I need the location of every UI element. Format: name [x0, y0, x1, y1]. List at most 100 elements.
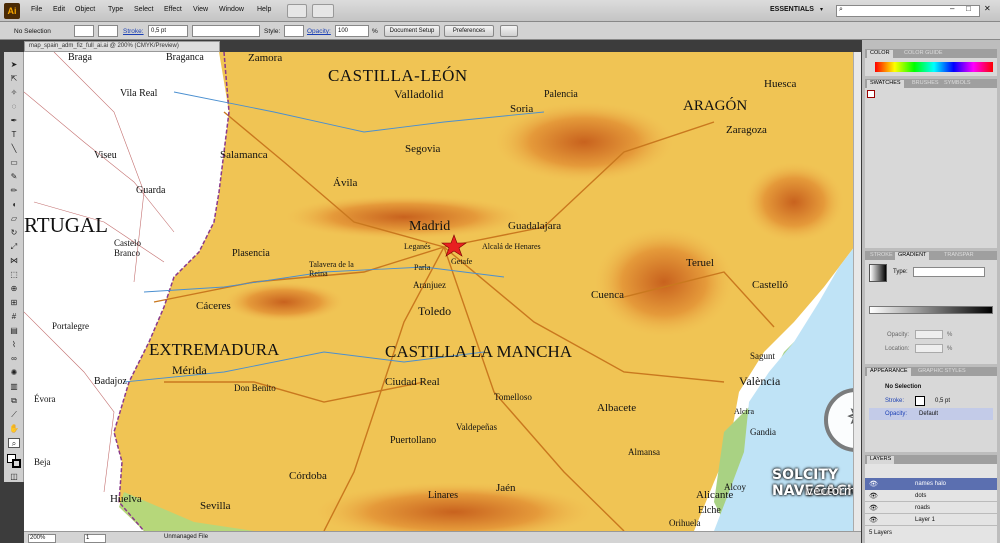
opacity-field[interactable]: 100: [335, 25, 369, 37]
eye-icon[interactable]: 👁: [869, 492, 878, 500]
gradient-preview[interactable]: [869, 264, 887, 282]
vertical-scrollbar[interactable]: [853, 52, 861, 531]
workspace-switcher[interactable]: ESSENTIALS: [770, 6, 814, 13]
eye-icon[interactable]: 👁: [869, 504, 878, 512]
scale-tool-icon[interactable]: ⤢: [8, 242, 20, 252]
maximize-icon[interactable]: □: [966, 4, 971, 13]
rotate-tool-icon[interactable]: ↻: [8, 228, 20, 238]
preferences-button[interactable]: Preferences: [444, 25, 494, 37]
appearance-stroke-label[interactable]: Stroke:: [885, 398, 904, 404]
color-spectrum[interactable]: [875, 62, 993, 72]
none-swatch[interactable]: [867, 90, 875, 98]
close-icon[interactable]: ✕: [984, 4, 991, 13]
appearance-stroke-swatch[interactable]: [915, 396, 925, 406]
gradient-opacity-field[interactable]: [915, 330, 943, 339]
menu-object[interactable]: Object: [75, 6, 95, 13]
document-setup-button[interactable]: Document Setup: [384, 25, 440, 37]
city-label: València: [739, 374, 781, 388]
gradient-location-field[interactable]: [915, 344, 943, 353]
appearance-opacity-label[interactable]: Opacity:: [885, 411, 907, 417]
stroke-weight-field[interactable]: 0,5 pt: [148, 25, 188, 37]
menu-help[interactable]: Help: [257, 6, 271, 13]
city-label: Toledo: [418, 304, 452, 318]
slice-tool-icon[interactable]: ⟋: [8, 410, 20, 420]
appearance-opacity-row[interactable]: Opacity: Default: [869, 408, 993, 420]
width-tool-icon[interactable]: ⋈: [8, 256, 20, 266]
lasso-tool-icon[interactable]: ◌: [8, 102, 20, 112]
eye-icon[interactable]: 👁: [869, 516, 878, 524]
tab-appearance[interactable]: APPEARANCE: [867, 368, 911, 376]
eye-icon[interactable]: 👁: [869, 480, 878, 488]
color-panel: [865, 58, 997, 76]
menu-type[interactable]: Type: [108, 6, 123, 13]
free-transform-tool-icon[interactable]: ⬚: [8, 270, 20, 280]
direct-selection-tool-icon[interactable]: ⇱: [8, 74, 20, 84]
stroke-color-icon[interactable]: [12, 459, 21, 468]
search-input[interactable]: ⌕: [836, 5, 980, 17]
tab-swatches[interactable]: SWATCHES: [867, 80, 904, 88]
graph-tool-icon[interactable]: ▥: [8, 382, 20, 392]
zoom-field[interactable]: 200%: [28, 534, 56, 543]
shape-builder-tool-icon[interactable]: ⊕: [8, 284, 20, 294]
minimize-icon[interactable]: –: [950, 4, 954, 13]
variable-width-select[interactable]: [192, 25, 260, 37]
tab-layers[interactable]: LAYERS: [867, 456, 895, 464]
select-similar-icon[interactable]: [500, 25, 518, 37]
canvas-artboard[interactable]: CASTILLA-LEÓN ARAGÓN EXTREMADURA CASTILL…: [24, 52, 858, 531]
blend-tool-icon[interactable]: ∞: [8, 354, 20, 364]
line-tool-icon[interactable]: ╲: [8, 144, 20, 154]
arrange-documents-icon[interactable]: [312, 4, 334, 18]
pen-tool-icon[interactable]: ✒: [8, 116, 20, 126]
gradient-location-percent: %: [947, 346, 953, 352]
tab-gradient[interactable]: GRADIENT: [895, 252, 930, 260]
menu-file[interactable]: File: [31, 6, 42, 13]
magic-wand-tool-icon[interactable]: ✧: [8, 88, 20, 98]
drawing-mode-icon[interactable]: ◫: [8, 472, 20, 482]
selection-tool-icon[interactable]: ➤: [8, 60, 20, 70]
layer-row[interactable]: 👁 Layer 1: [865, 514, 997, 526]
artboard-tool-icon[interactable]: ⧉: [8, 396, 20, 406]
paintbrush-tool-icon[interactable]: ✎: [8, 172, 20, 182]
type-tool-icon[interactable]: T: [8, 130, 20, 140]
menu-view[interactable]: View: [193, 6, 208, 13]
eraser-tool-icon[interactable]: ▱: [8, 214, 20, 224]
menu-select[interactable]: Select: [134, 6, 153, 13]
chevron-down-icon[interactable]: ▾: [820, 6, 823, 13]
fill-swatch[interactable]: [74, 25, 94, 37]
zoom-tool-icon[interactable]: ⌕: [8, 438, 20, 448]
blob-brush-tool-icon[interactable]: ◖: [8, 200, 20, 210]
layer-row[interactable]: 👁 names halo: [865, 478, 997, 490]
gradient-slider[interactable]: [869, 306, 993, 314]
eyedropper-tool-icon[interactable]: ⌇: [8, 340, 20, 350]
menu-effect[interactable]: Effect: [164, 6, 182, 13]
artboard-navigator[interactable]: 1: [84, 534, 106, 543]
gradient-type-select[interactable]: [913, 267, 985, 277]
tab-brushes[interactable]: BRUSHES: [909, 80, 942, 86]
gradient-tool-icon[interactable]: ▤: [8, 326, 20, 336]
tab-transparency[interactable]: TRANSPAR: [941, 252, 977, 258]
opacity-label[interactable]: Opacity:: [307, 28, 331, 35]
stroke-swatch[interactable]: [98, 25, 118, 37]
mesh-tool-icon[interactable]: #: [8, 312, 20, 322]
menu-window[interactable]: Window: [219, 6, 244, 13]
hand-tool-icon[interactable]: ✋: [8, 424, 20, 434]
bridge-icon[interactable]: [287, 4, 307, 18]
tab-color-guide[interactable]: COLOR GUIDE: [901, 50, 946, 56]
perspective-grid-tool-icon[interactable]: ⊞: [8, 298, 20, 308]
tab-symbols[interactable]: SYMBOLS: [941, 80, 974, 86]
layer-row[interactable]: 👁 roads: [865, 502, 997, 514]
panel-dock: COLOR COLOR GUIDE SWATCHES BRUSHES SYMBO…: [862, 40, 1000, 543]
symbol-sprayer-tool-icon[interactable]: ✺: [8, 368, 20, 378]
document-tab[interactable]: map_spain_adm_fiz_full_ai.ai @ 200% (CMY…: [24, 41, 220, 52]
stroke-label[interactable]: Stroke:: [123, 28, 144, 35]
menu-edit[interactable]: Edit: [53, 6, 65, 13]
tab-graphic-styles[interactable]: GRAPHIC STYLES: [915, 368, 969, 374]
swatches-panel: [865, 88, 997, 248]
tab-color[interactable]: COLOR: [867, 50, 893, 58]
tab-stroke[interactable]: STROKE: [867, 252, 896, 258]
rectangle-tool-icon[interactable]: ▭: [8, 158, 20, 168]
city-label: Aranjuez: [413, 280, 446, 290]
pencil-tool-icon[interactable]: ✏: [8, 186, 20, 196]
layer-row[interactable]: 👁 dots: [865, 490, 997, 502]
style-select[interactable]: [284, 25, 304, 37]
